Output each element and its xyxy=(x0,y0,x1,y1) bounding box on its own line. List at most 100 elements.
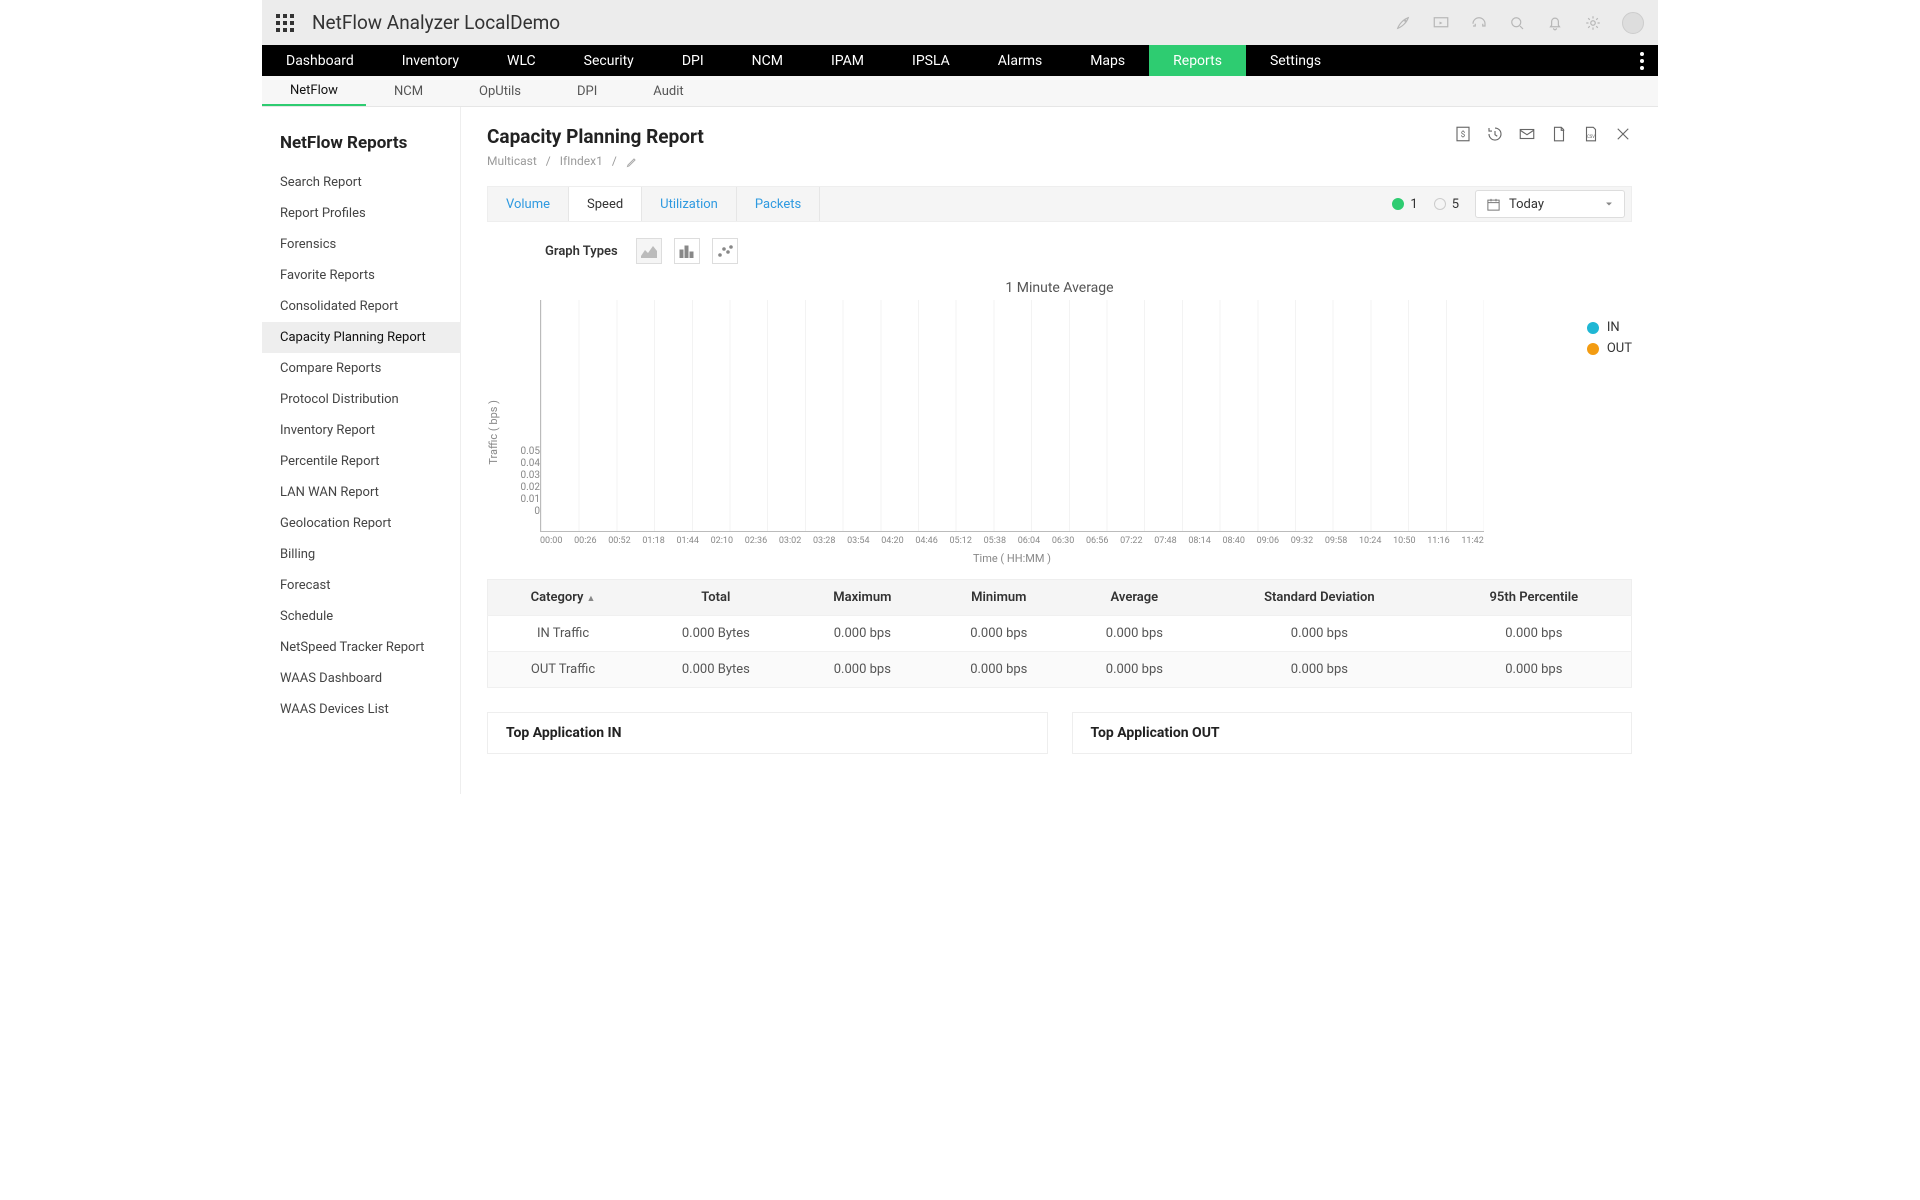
chart-yaxis: 0.050.040.030.020.010 xyxy=(504,300,540,532)
sidebar-item-netspeed-tracker-report[interactable]: NetSpeed Tracker Report xyxy=(262,632,460,663)
legend-swatch-icon xyxy=(1587,343,1599,355)
panel-top-application-out: Top Application OUT xyxy=(1072,712,1633,754)
time-range-label: Today xyxy=(1509,197,1544,212)
search-icon[interactable] xyxy=(1508,14,1526,32)
view-tab-utilization[interactable]: Utilization xyxy=(642,187,737,221)
chart-legend: IN OUT xyxy=(1587,320,1632,362)
nav-ipsla[interactable]: IPSLA xyxy=(888,45,974,76)
chart: 1 Minute Average Traffic ( bps ) 0.050.0… xyxy=(487,280,1632,565)
breadcrumb-0[interactable]: Multicast xyxy=(487,154,537,168)
view-tab-speed[interactable]: Speed xyxy=(569,187,642,221)
nav-dpi[interactable]: DPI xyxy=(658,45,728,76)
nav-ncm[interactable]: NCM xyxy=(728,45,807,76)
th-standard-deviation[interactable]: Standard Deviation xyxy=(1202,580,1436,616)
gear-icon[interactable] xyxy=(1584,14,1602,32)
graph-type-bar[interactable] xyxy=(674,238,700,264)
rocket-icon[interactable] xyxy=(1394,14,1412,32)
sidebar-item-lan-wan-report[interactable]: LAN WAN Report xyxy=(262,477,460,508)
th-minimum[interactable]: Minimum xyxy=(931,580,1067,616)
header-actions: $ CSV xyxy=(1454,125,1632,143)
chart-xlabel: Time ( HH:MM ) xyxy=(540,552,1484,565)
sub-nav: NetFlowNCMOpUtilsDPIAudit xyxy=(262,76,1658,107)
table-row: OUT Traffic0.000 Bytes0.000 bps0.000 bps… xyxy=(488,652,1632,688)
sidebar-item-search-report[interactable]: Search Report xyxy=(262,167,460,198)
dot-grey-icon xyxy=(1434,198,1446,210)
chart-xaxis: 00:0000:2600:5201:1801:4402:1002:3603:02… xyxy=(540,536,1484,546)
sidebar-item-protocol-distribution[interactable]: Protocol Distribution xyxy=(262,384,460,415)
headset-icon[interactable] xyxy=(1470,14,1488,32)
th-category[interactable]: Category▲ xyxy=(488,580,639,616)
panel-top-application-in: Top Application IN xyxy=(487,712,1048,754)
sidebar-item-waas-devices-list[interactable]: WAAS Devices List xyxy=(262,694,460,725)
breadcrumb: Multicast / IfIndex1 / xyxy=(487,154,704,168)
calendar-icon xyxy=(1486,197,1501,212)
th-maximum[interactable]: Maximum xyxy=(794,580,931,616)
sidebar-item-waas-dashboard[interactable]: WAAS Dashboard xyxy=(262,663,460,694)
nav-security[interactable]: Security xyxy=(560,45,658,76)
stats-table: Category▲TotalMaximumMinimumAverageStand… xyxy=(487,579,1632,688)
view-tab-packets[interactable]: Packets xyxy=(737,187,820,221)
presentation-icon[interactable] xyxy=(1432,14,1450,32)
nav-ipam[interactable]: IPAM xyxy=(807,45,888,76)
svg-text:$: $ xyxy=(1461,129,1466,140)
legend-green-num: 1 xyxy=(1410,197,1417,212)
sidebar-item-billing[interactable]: Billing xyxy=(262,539,460,570)
sidebar-item-compare-reports[interactable]: Compare Reports xyxy=(262,353,460,384)
chart-title: 1 Minute Average xyxy=(487,280,1632,296)
interval-legend: 1 5 xyxy=(1392,197,1475,212)
user-avatar[interactable] xyxy=(1622,12,1644,34)
dot-green-icon xyxy=(1392,198,1404,210)
sidebar: NetFlow Reports Search ReportReport Prof… xyxy=(262,107,461,794)
tabs-row: VolumeSpeedUtilizationPackets 1 5 Today xyxy=(487,186,1632,222)
history-icon[interactable] xyxy=(1486,125,1504,143)
nav-reports[interactable]: Reports xyxy=(1149,45,1246,76)
chart-ylabel: Traffic ( bps ) xyxy=(487,400,500,465)
pencil-icon[interactable] xyxy=(626,156,638,168)
close-icon[interactable] xyxy=(1614,125,1632,143)
sidebar-item-forensics[interactable]: Forensics xyxy=(262,229,460,260)
th-total[interactable]: Total xyxy=(638,580,794,616)
graph-type-scatter[interactable] xyxy=(712,238,738,264)
sidebar-item-favorite-reports[interactable]: Favorite Reports xyxy=(262,260,460,291)
sidebar-item-forecast[interactable]: Forecast xyxy=(262,570,460,601)
subnav-audit[interactable]: Audit xyxy=(625,76,711,106)
chart-plot-area[interactable] xyxy=(540,300,1484,532)
th-average[interactable]: Average xyxy=(1067,580,1203,616)
graph-types: Graph Types xyxy=(487,222,1632,272)
billing-icon[interactable]: $ xyxy=(1454,125,1472,143)
sidebar-item-capacity-planning-report[interactable]: Capacity Planning Report xyxy=(262,322,460,353)
breadcrumb-1[interactable]: IfIndex1 xyxy=(560,154,603,168)
th-95th-percentile[interactable]: 95th Percentile xyxy=(1437,580,1632,616)
sidebar-item-percentile-report[interactable]: Percentile Report xyxy=(262,446,460,477)
nav-wlc[interactable]: WLC xyxy=(483,45,560,76)
subnav-oputils[interactable]: OpUtils xyxy=(451,76,549,106)
legend-entry-out[interactable]: OUT xyxy=(1587,341,1632,356)
sidebar-item-consolidated-report[interactable]: Consolidated Report xyxy=(262,291,460,322)
nav-dashboard[interactable]: Dashboard xyxy=(262,45,378,76)
mail-icon[interactable] xyxy=(1518,125,1536,143)
sidebar-item-report-profiles[interactable]: Report Profiles xyxy=(262,198,460,229)
subnav-ncm[interactable]: NCM xyxy=(366,76,451,106)
csv-icon[interactable]: CSV xyxy=(1582,125,1600,143)
subnav-dpi[interactable]: DPI xyxy=(549,76,625,106)
graph-types-label: Graph Types xyxy=(545,244,618,259)
sidebar-item-inventory-report[interactable]: Inventory Report xyxy=(262,415,460,446)
sidebar-item-geolocation-report[interactable]: Geolocation Report xyxy=(262,508,460,539)
nav-settings[interactable]: Settings xyxy=(1246,45,1345,76)
time-range-select[interactable]: Today xyxy=(1475,190,1625,218)
nav-alarms[interactable]: Alarms xyxy=(974,45,1066,76)
apps-grid-icon[interactable] xyxy=(276,14,294,32)
graph-type-area[interactable] xyxy=(636,238,662,264)
kebab-menu[interactable] xyxy=(1626,45,1658,76)
pdf-icon[interactable] xyxy=(1550,125,1568,143)
subnav-netflow[interactable]: NetFlow xyxy=(262,76,366,106)
page-title: Capacity Planning Report xyxy=(487,125,704,148)
nav-inventory[interactable]: Inventory xyxy=(378,45,483,76)
app-title: NetFlow Analyzer LocalDemo xyxy=(312,11,560,34)
sidebar-item-schedule[interactable]: Schedule xyxy=(262,601,460,632)
panel-title-in: Top Application IN xyxy=(488,713,1047,753)
nav-maps[interactable]: Maps xyxy=(1066,45,1149,76)
legend-entry-in[interactable]: IN xyxy=(1587,320,1632,335)
view-tab-volume[interactable]: Volume xyxy=(488,187,569,221)
bell-icon[interactable] xyxy=(1546,14,1564,32)
